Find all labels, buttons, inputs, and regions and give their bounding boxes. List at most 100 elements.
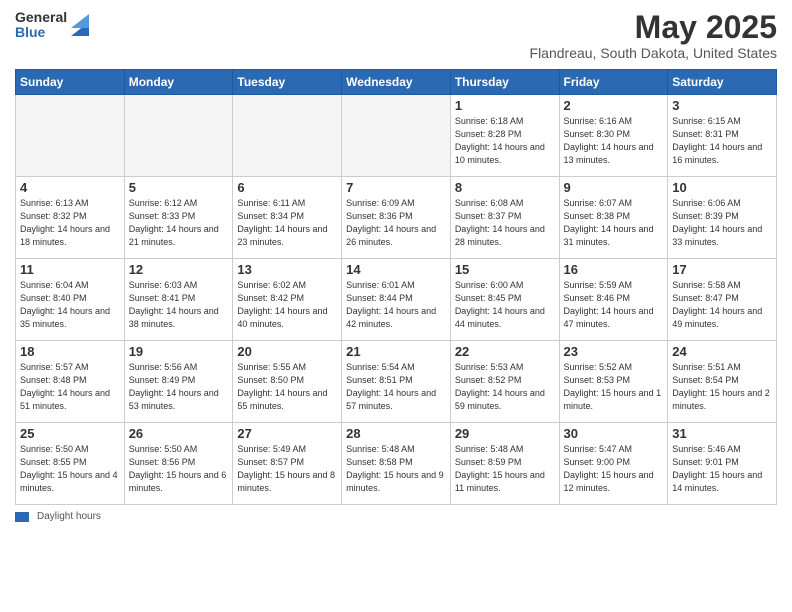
calendar-day-cell: 7 Sunrise: 6:09 AMSunset: 8:36 PMDayligh… [342,177,451,259]
weekday-header: Monday [124,70,233,95]
calendar-day-cell: 15 Sunrise: 6:00 AMSunset: 8:45 PMDaylig… [450,259,559,341]
day-info: Sunrise: 6:02 AMSunset: 8:42 PMDaylight:… [237,280,327,329]
day-number: 9 [564,180,664,195]
calendar-day-cell [16,95,125,177]
day-number: 11 [20,262,120,277]
day-info: Sunrise: 5:48 AMSunset: 8:59 PMDaylight:… [455,444,545,493]
calendar-day-cell [233,95,342,177]
calendar-day-cell [124,95,233,177]
calendar-table: SundayMondayTuesdayWednesdayThursdayFrid… [15,69,777,505]
calendar-day-cell: 18 Sunrise: 5:57 AMSunset: 8:48 PMDaylig… [16,341,125,423]
day-info: Sunrise: 6:15 AMSunset: 8:31 PMDaylight:… [672,116,762,165]
day-info: Sunrise: 5:55 AMSunset: 8:50 PMDaylight:… [237,362,327,411]
day-number: 1 [455,98,555,113]
day-number: 13 [237,262,337,277]
day-number: 26 [129,426,229,441]
calendar-day-cell: 11 Sunrise: 6:04 AMSunset: 8:40 PMDaylig… [16,259,125,341]
calendar-day-cell: 19 Sunrise: 5:56 AMSunset: 8:49 PMDaylig… [124,341,233,423]
calendar-day-cell: 21 Sunrise: 5:54 AMSunset: 8:51 PMDaylig… [342,341,451,423]
weekday-header: Thursday [450,70,559,95]
day-info: Sunrise: 5:46 AMSunset: 9:01 PMDaylight:… [672,444,762,493]
day-number: 25 [20,426,120,441]
calendar-day-cell: 12 Sunrise: 6:03 AMSunset: 8:41 PMDaylig… [124,259,233,341]
day-info: Sunrise: 5:50 AMSunset: 8:55 PMDaylight:… [20,444,118,493]
day-number: 28 [346,426,446,441]
day-info: Sunrise: 5:47 AMSunset: 9:00 PMDaylight:… [564,444,654,493]
calendar-day-cell: 22 Sunrise: 5:53 AMSunset: 8:52 PMDaylig… [450,341,559,423]
calendar-day-cell [342,95,451,177]
day-number: 30 [564,426,664,441]
day-number: 23 [564,344,664,359]
day-number: 12 [129,262,229,277]
calendar-day-cell: 3 Sunrise: 6:15 AMSunset: 8:31 PMDayligh… [668,95,777,177]
day-number: 8 [455,180,555,195]
day-number: 16 [564,262,664,277]
calendar-day-cell: 31 Sunrise: 5:46 AMSunset: 9:01 PMDaylig… [668,423,777,505]
logo-blue: Blue [15,25,67,40]
day-info: Sunrise: 5:49 AMSunset: 8:57 PMDaylight:… [237,444,335,493]
calendar-day-cell: 5 Sunrise: 6:12 AMSunset: 8:33 PMDayligh… [124,177,233,259]
calendar-week-row: 25 Sunrise: 5:50 AMSunset: 8:55 PMDaylig… [16,423,777,505]
calendar-day-cell: 14 Sunrise: 6:01 AMSunset: 8:44 PMDaylig… [342,259,451,341]
calendar-header-row: SundayMondayTuesdayWednesdayThursdayFrid… [16,70,777,95]
calendar-day-cell: 13 Sunrise: 6:02 AMSunset: 8:42 PMDaylig… [233,259,342,341]
day-info: Sunrise: 6:18 AMSunset: 8:28 PMDaylight:… [455,116,545,165]
day-number: 21 [346,344,446,359]
daylight-color-box [15,512,29,522]
weekday-header: Tuesday [233,70,342,95]
month-title: May 2025 [530,10,777,45]
day-number: 2 [564,98,664,113]
day-info: Sunrise: 5:57 AMSunset: 8:48 PMDaylight:… [20,362,110,411]
day-number: 24 [672,344,772,359]
logo-text: General Blue [15,10,67,41]
day-info: Sunrise: 5:52 AMSunset: 8:53 PMDaylight:… [564,362,662,411]
day-number: 5 [129,180,229,195]
weekday-header: Wednesday [342,70,451,95]
day-info: Sunrise: 6:16 AMSunset: 8:30 PMDaylight:… [564,116,654,165]
calendar-day-cell: 6 Sunrise: 6:11 AMSunset: 8:34 PMDayligh… [233,177,342,259]
day-info: Sunrise: 5:56 AMSunset: 8:49 PMDaylight:… [129,362,219,411]
day-number: 18 [20,344,120,359]
calendar-day-cell: 29 Sunrise: 5:48 AMSunset: 8:59 PMDaylig… [450,423,559,505]
footer-bar: Daylight hours [15,511,777,522]
day-number: 19 [129,344,229,359]
calendar-day-cell: 1 Sunrise: 6:18 AMSunset: 8:28 PMDayligh… [450,95,559,177]
calendar-day-cell: 25 Sunrise: 5:50 AMSunset: 8:55 PMDaylig… [16,423,125,505]
footer: Daylight hours [15,511,777,522]
day-info: Sunrise: 6:07 AMSunset: 8:38 PMDaylight:… [564,198,654,247]
day-info: Sunrise: 6:01 AMSunset: 8:44 PMDaylight:… [346,280,436,329]
calendar-day-cell: 9 Sunrise: 6:07 AMSunset: 8:38 PMDayligh… [559,177,668,259]
calendar-day-cell: 24 Sunrise: 5:51 AMSunset: 8:54 PMDaylig… [668,341,777,423]
header: General Blue May 2025 Flandreau, South D… [15,10,777,61]
calendar-day-cell: 23 Sunrise: 5:52 AMSunset: 8:53 PMDaylig… [559,341,668,423]
day-number: 10 [672,180,772,195]
day-info: Sunrise: 5:59 AMSunset: 8:46 PMDaylight:… [564,280,654,329]
day-number: 4 [20,180,120,195]
day-number: 29 [455,426,555,441]
day-info: Sunrise: 6:06 AMSunset: 8:39 PMDaylight:… [672,198,762,247]
daylight-label: Daylight hours [37,511,101,522]
day-info: Sunrise: 5:54 AMSunset: 8:51 PMDaylight:… [346,362,436,411]
logo: General Blue [15,10,89,41]
day-number: 17 [672,262,772,277]
day-info: Sunrise: 6:08 AMSunset: 8:37 PMDaylight:… [455,198,545,247]
day-info: Sunrise: 6:12 AMSunset: 8:33 PMDaylight:… [129,198,219,247]
day-info: Sunrise: 6:13 AMSunset: 8:32 PMDaylight:… [20,198,110,247]
calendar-week-row: 11 Sunrise: 6:04 AMSunset: 8:40 PMDaylig… [16,259,777,341]
calendar-day-cell: 20 Sunrise: 5:55 AMSunset: 8:50 PMDaylig… [233,341,342,423]
day-number: 3 [672,98,772,113]
day-number: 31 [672,426,772,441]
day-info: Sunrise: 5:58 AMSunset: 8:47 PMDaylight:… [672,280,762,329]
calendar-day-cell: 8 Sunrise: 6:08 AMSunset: 8:37 PMDayligh… [450,177,559,259]
day-number: 27 [237,426,337,441]
day-number: 20 [237,344,337,359]
page: General Blue May 2025 Flandreau, South D… [0,0,792,612]
calendar-day-cell: 16 Sunrise: 5:59 AMSunset: 8:46 PMDaylig… [559,259,668,341]
weekday-header: Friday [559,70,668,95]
day-info: Sunrise: 5:51 AMSunset: 8:54 PMDaylight:… [672,362,770,411]
day-info: Sunrise: 5:53 AMSunset: 8:52 PMDaylight:… [455,362,545,411]
day-info: Sunrise: 5:50 AMSunset: 8:56 PMDaylight:… [129,444,227,493]
calendar-day-cell: 17 Sunrise: 5:58 AMSunset: 8:47 PMDaylig… [668,259,777,341]
calendar-day-cell: 2 Sunrise: 6:16 AMSunset: 8:30 PMDayligh… [559,95,668,177]
weekday-header: Sunday [16,70,125,95]
